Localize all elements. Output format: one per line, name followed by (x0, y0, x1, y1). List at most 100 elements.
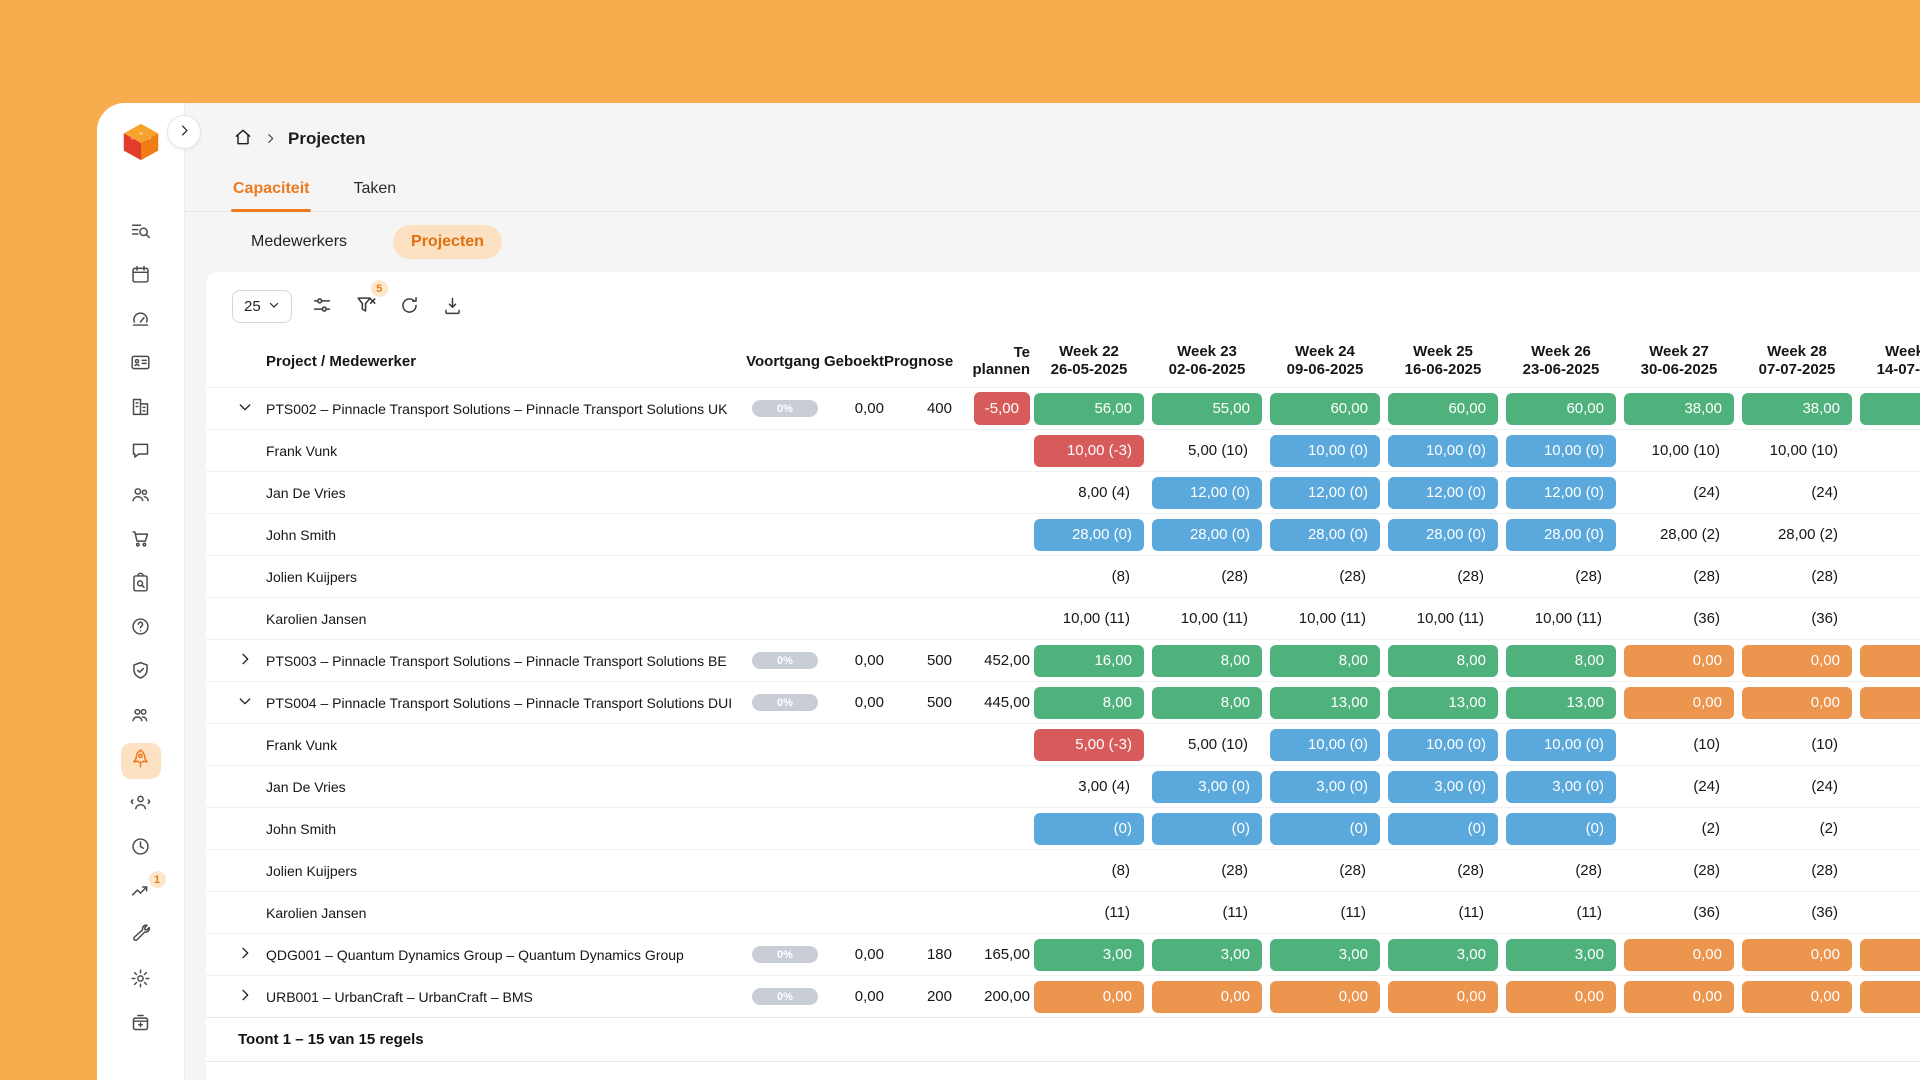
week-cell[interactable]: 0,00 (1620, 934, 1738, 975)
week-cell[interactable]: (10) (1620, 724, 1738, 765)
row-expand-button[interactable] (232, 942, 258, 968)
week-cell[interactable]: 0,00 (1502, 976, 1620, 1017)
week-cell[interactable]: (2) (1620, 808, 1738, 849)
week-cell[interactable]: 5,00 (10) (1148, 724, 1266, 765)
week-cell[interactable]: (11) (1148, 892, 1266, 933)
week-cell[interactable]: (28) (1266, 556, 1384, 597)
week-cell[interactable]: 3,00 (0) (1266, 766, 1384, 807)
sidebar-item-clock[interactable] (121, 831, 161, 867)
week-cell[interactable]: 8,00 (4) (1030, 472, 1148, 513)
week-cell[interactable]: 56,00 (1030, 388, 1148, 429)
week-cell[interactable]: 28,00 (0) (1384, 514, 1502, 555)
week-cell[interactable]: 13,00 (1384, 682, 1502, 723)
row-expand-button[interactable] (232, 396, 258, 422)
week-cell[interactable]: (28) (1148, 556, 1266, 597)
week-cell[interactable]: 10,00 (0) (1502, 724, 1620, 765)
sidebar-item-search-list[interactable] (121, 215, 161, 251)
week-cell[interactable] (1856, 598, 1920, 639)
week-cell[interactable] (1856, 766, 1920, 807)
week-cell[interactable]: (0) (1266, 808, 1384, 849)
week-cell[interactable]: 8,00 (1384, 640, 1502, 681)
download-button[interactable] (439, 292, 466, 322)
subtab-projecten[interactable]: Projecten (393, 225, 502, 259)
week-cell[interactable]: (24) (1738, 472, 1856, 513)
week-cell[interactable]: 0,00 (1856, 976, 1920, 1017)
week-cell[interactable]: 10,00 (10) (1738, 430, 1856, 471)
sidebar-item-gear[interactable] (121, 963, 161, 999)
week-cell[interactable]: 38,00 (1620, 388, 1738, 429)
week-cell[interactable]: (28) (1502, 850, 1620, 891)
week-cell[interactable]: (11) (1384, 892, 1502, 933)
week-cell[interactable]: 10,00 (11) (1030, 598, 1148, 639)
week-cell[interactable]: 0,00 (1856, 682, 1920, 723)
week-cell[interactable]: 0,00 (1148, 976, 1266, 1017)
week-cell[interactable]: (11) (1030, 892, 1148, 933)
week-cell[interactable]: 10,00 (0) (1384, 724, 1502, 765)
week-cell[interactable]: (36) (1738, 598, 1856, 639)
week-cell[interactable]: 28,00 (0) (1266, 514, 1384, 555)
sidebar-item-building[interactable] (121, 391, 161, 427)
week-cell[interactable]: (36) (1620, 598, 1738, 639)
week-cell[interactable]: 28,00 (0) (1030, 514, 1148, 555)
week-cell[interactable]: (28) (1384, 850, 1502, 891)
week-cell[interactable]: 3,00 (4) (1030, 766, 1148, 807)
page-size-select[interactable]: 25 (232, 290, 292, 323)
week-cell[interactable]: (28) (1148, 850, 1266, 891)
week-cell[interactable]: 38,00 (1856, 388, 1920, 429)
week-cell[interactable]: 38,00 (1738, 388, 1856, 429)
week-cell[interactable]: 3,00 (0) (1502, 766, 1620, 807)
sidebar-item-gauge[interactable] (121, 303, 161, 339)
week-cell[interactable]: (0) (1502, 808, 1620, 849)
sidebar-item-user-arrows[interactable] (121, 787, 161, 823)
week-cell[interactable]: 10,00 (0) (1266, 724, 1384, 765)
week-cell[interactable]: 3,00 (0) (1148, 766, 1266, 807)
row-expand-button[interactable] (232, 690, 258, 716)
week-cell[interactable]: 13,00 (1502, 682, 1620, 723)
week-cell[interactable]: 55,00 (1148, 388, 1266, 429)
tab-taken[interactable]: Taken (351, 170, 398, 211)
sidebar-item-trending-up[interactable]: 1 (121, 875, 161, 911)
row-expand-button[interactable] (232, 648, 258, 674)
week-cell[interactable]: (28) (1266, 850, 1384, 891)
week-cell[interactable]: 28,00 (2) (1738, 514, 1856, 555)
week-cell[interactable]: 28,00 (2) (1620, 514, 1738, 555)
sidebar-item-shield-check[interactable] (121, 655, 161, 691)
week-cell[interactable]: 0,00 (1738, 682, 1856, 723)
week-cell[interactable]: 8,00 (1502, 640, 1620, 681)
week-cell[interactable]: 3,00 (0) (1384, 766, 1502, 807)
week-cell[interactable]: (8) (1030, 556, 1148, 597)
week-cell[interactable]: (2) (1738, 808, 1856, 849)
week-cell[interactable]: 12,00 (0) (1384, 472, 1502, 513)
week-cell[interactable] (1856, 556, 1920, 597)
week-cell[interactable]: (0) (1030, 808, 1148, 849)
week-cell[interactable]: 5,00 (10) (1148, 430, 1266, 471)
week-cell[interactable]: (0) (1384, 808, 1502, 849)
week-cell[interactable]: 0,00 (1738, 640, 1856, 681)
week-cell[interactable]: 0,00 (1620, 976, 1738, 1017)
week-cell[interactable]: 8,00 (1030, 682, 1148, 723)
sidebar-item-box-sync[interactable] (121, 1007, 161, 1043)
week-cell[interactable]: 5,00 (-3) (1030, 724, 1148, 765)
sidebar-item-users[interactable] (121, 479, 161, 515)
row-expand-button[interactable] (232, 984, 258, 1010)
week-cell[interactable]: 28,00 (0) (1502, 514, 1620, 555)
week-cell[interactable]: (24) (1620, 766, 1738, 807)
week-cell[interactable]: 8,00 (1266, 640, 1384, 681)
week-cell[interactable]: 8,00 (1148, 682, 1266, 723)
week-cell[interactable]: 60,00 (1266, 388, 1384, 429)
week-cell[interactable]: 60,00 (1502, 388, 1620, 429)
week-cell[interactable]: 3,00 (1030, 934, 1148, 975)
week-cell[interactable]: 3,00 (1266, 934, 1384, 975)
week-cell[interactable]: (28) (1738, 556, 1856, 597)
week-cell[interactable]: 0,00 (1384, 976, 1502, 1017)
week-cell[interactable]: 0,00 (1030, 976, 1148, 1017)
week-cell[interactable]: (36) (1620, 892, 1738, 933)
week-cell[interactable]: (28) (1620, 556, 1738, 597)
week-cell[interactable]: 10,00 (11) (1148, 598, 1266, 639)
week-cell[interactable]: (28) (1502, 556, 1620, 597)
week-cell[interactable]: 3,00 (1384, 934, 1502, 975)
sidebar-collapse-button[interactable] (167, 115, 201, 149)
sidebar-item-help-circle[interactable] (121, 611, 161, 647)
week-cell[interactable]: 13,00 (1266, 682, 1384, 723)
week-cell[interactable]: 12,00 (0) (1502, 472, 1620, 513)
